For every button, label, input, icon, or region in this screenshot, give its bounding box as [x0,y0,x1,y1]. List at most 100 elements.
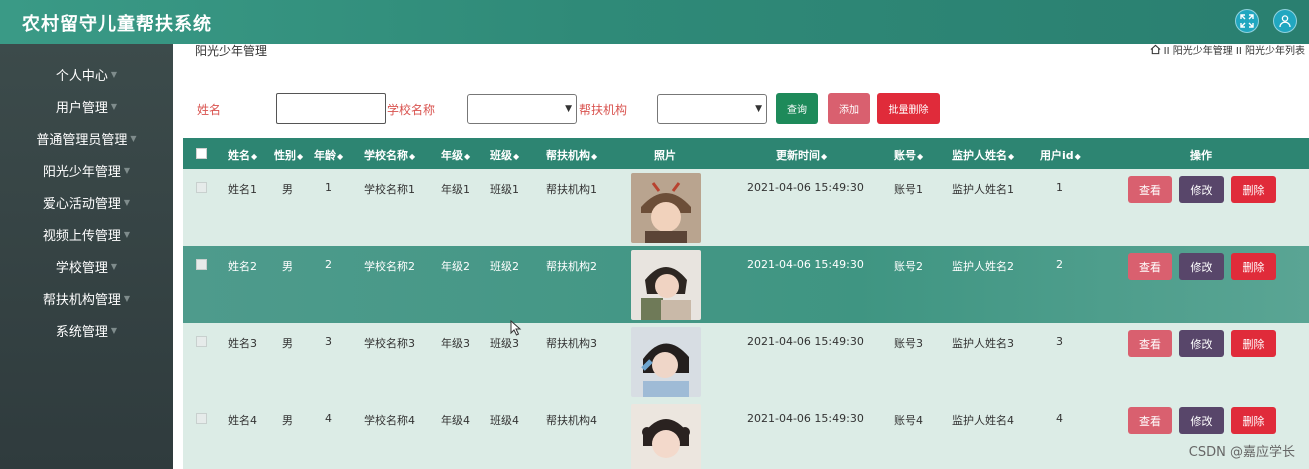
chevron-down-icon: ▼ [110,261,118,271]
col-school[interactable]: 学校名称◆ [364,147,415,163]
view-button[interactable]: 查看 [1128,253,1172,280]
col-user-id[interactable]: 用户id◆ [1040,147,1081,163]
table-row: 姓名2 男 2 学校名称2 年级2 班级2 帮扶机构2 2021-04-06 1… [183,246,1309,323]
sort-icon: ◆ [591,152,598,161]
view-button[interactable]: 查看 [1128,407,1172,434]
col-age[interactable]: 年龄◆ [314,147,343,163]
row-checkbox[interactable] [196,336,207,347]
cell-age: 3 [325,335,332,348]
edit-button[interactable]: 修改 [1179,407,1224,434]
cell-account: 账号1 [894,183,923,196]
chevron-down-icon: ▼ [755,104,762,114]
chevron-down-icon: ▼ [123,165,131,175]
school-label: 学校名称 [387,103,436,117]
sidebar-item-system[interactable]: 系统管理 ▼ [0,314,173,346]
edit-button[interactable]: 修改 [1179,330,1224,357]
sidebar-item-label: 系统管理 [55,324,108,340]
sort-icon: ◆ [409,152,416,161]
cell-age: 2 [325,258,332,271]
sidebar-item-label: 视频上传管理 [42,228,121,244]
table-row: 姓名1 男 1 学校名称1 年级1 班级1 帮扶机构1 2021-04-06 1… [183,169,1309,246]
row-checkbox[interactable] [196,413,207,424]
row-checkbox[interactable] [196,182,207,193]
sidebar-item-label: 阳光少年管理 [42,164,121,180]
app-title: 农村留守儿童帮扶系统 [22,14,212,35]
name-label: 姓名 [197,103,222,117]
name-input[interactable] [276,93,386,124]
cell-age: 4 [325,412,332,425]
query-button[interactable]: 查询 [776,93,818,124]
cell-name: 姓名1 [228,183,257,196]
sidebar: 个人中心 ▼ 用户管理 ▼ 普通管理员管理 ▼ 阳光少年管理 ▼ 爱心活动管理 ▼ 视频上… [0,44,173,469]
sort-icon: ◆ [821,152,828,161]
col-class[interactable]: 班级◆ [490,147,519,163]
col-guardian[interactable]: 监护人姓名◆ [952,147,1014,163]
cell-org: 帮扶机构4 [546,414,597,427]
edit-button[interactable]: 修改 [1179,253,1224,280]
cell-account: 账号4 [894,414,923,427]
chevron-down-icon: ▼ [110,101,118,111]
sidebar-item-admins[interactable]: 普通管理员管理 ▼ [0,122,173,154]
cell-class: 班级1 [490,183,519,196]
col-name[interactable]: 姓名◆ [228,147,257,163]
add-button[interactable]: 添加 [828,93,870,124]
cell-grade: 年级1 [441,183,470,196]
sidebar-item-users[interactable]: 用户管理 ▼ [0,90,173,122]
cell-guardian: 监护人姓名4 [952,414,1014,427]
cell-name: 姓名4 [228,414,257,427]
cell-guardian: 监护人姓名2 [952,260,1014,273]
sidebar-item-videos[interactable]: 视频上传管理 ▼ [0,218,173,250]
row-checkbox[interactable] [196,259,207,270]
page-title: 阳光少年管理 [195,44,268,58]
sidebar-item-activities[interactable]: 爱心活动管理 ▼ [0,186,173,218]
cell-org: 帮扶机构1 [546,183,597,196]
school-select[interactable]: ▼ [467,94,577,124]
select-all-checkbox[interactable] [196,148,207,159]
photo-image [631,250,701,320]
cell-class: 班级2 [490,260,519,273]
view-button[interactable]: 查看 [1128,176,1172,203]
fullscreen-button[interactable] [1235,9,1259,33]
batch-delete-button[interactable]: 批量删除 [877,93,940,124]
delete-button[interactable]: 删除 [1231,407,1276,434]
cell-gender: 男 [282,183,293,196]
col-grade[interactable]: 年级◆ [441,147,470,163]
chevron-down-icon: ▼ [123,229,131,239]
cell-guardian: 监护人姓名1 [952,183,1014,196]
sidebar-item-schools[interactable]: 学校管理 ▼ [0,250,173,282]
cell-user-id: 3 [1056,335,1063,348]
home-icon[interactable] [1150,44,1161,55]
delete-button[interactable]: 删除 [1231,253,1276,280]
edit-button[interactable]: 修改 [1179,176,1224,203]
user-button[interactable] [1273,9,1297,33]
view-button[interactable]: 查看 [1128,330,1172,357]
org-select[interactable]: ▼ [657,94,767,124]
mouse-cursor-icon [510,320,522,336]
sidebar-item-label: 学校管理 [55,260,108,276]
child-photo [631,404,701,469]
breadcrumb: II 阳光少年管理 II 阳光少年列表 [1150,42,1305,57]
delete-button[interactable]: 删除 [1231,330,1276,357]
col-update-time[interactable]: 更新时间◆ [776,147,827,163]
sidebar-item-sunshine-youth[interactable]: 阳光少年管理 ▼ [0,154,173,186]
cell-age: 1 [325,181,332,194]
cell-grade: 年级2 [441,260,470,273]
col-account[interactable]: 账号◆ [894,147,923,163]
table-header: 姓名◆ 性别◆ 年龄◆ 学校名称◆ 年级◆ 班级◆ 帮扶机构◆ 照片 更新时间◆… [183,138,1309,169]
col-org[interactable]: 帮扶机构◆ [546,147,597,163]
cell-update-time: 2021-04-06 15:49:30 [747,412,864,425]
sidebar-item-personal-center[interactable]: 个人中心 ▼ [0,58,173,90]
sidebar-item-organizations[interactable]: 帮扶机构管理 ▼ [0,282,173,314]
col-gender[interactable]: 性别◆ [274,147,303,163]
sidebar-item-label: 个人中心 [55,68,108,84]
breadcrumb-path[interactable]: II 阳光少年管理 II 阳光少年列表 [1164,42,1305,57]
sort-icon: ◆ [917,152,924,161]
col-actions: 操作 [1190,149,1212,162]
delete-button[interactable]: 删除 [1231,176,1276,203]
org-label: 帮扶机构 [579,103,628,117]
sidebar-item-label: 爱心活动管理 [42,196,121,212]
cell-org: 帮扶机构2 [546,260,597,273]
watermark: CSDN @嘉应学长 [1188,445,1295,460]
cell-org: 帮扶机构3 [546,337,597,350]
chevron-down-icon: ▼ [565,104,572,114]
